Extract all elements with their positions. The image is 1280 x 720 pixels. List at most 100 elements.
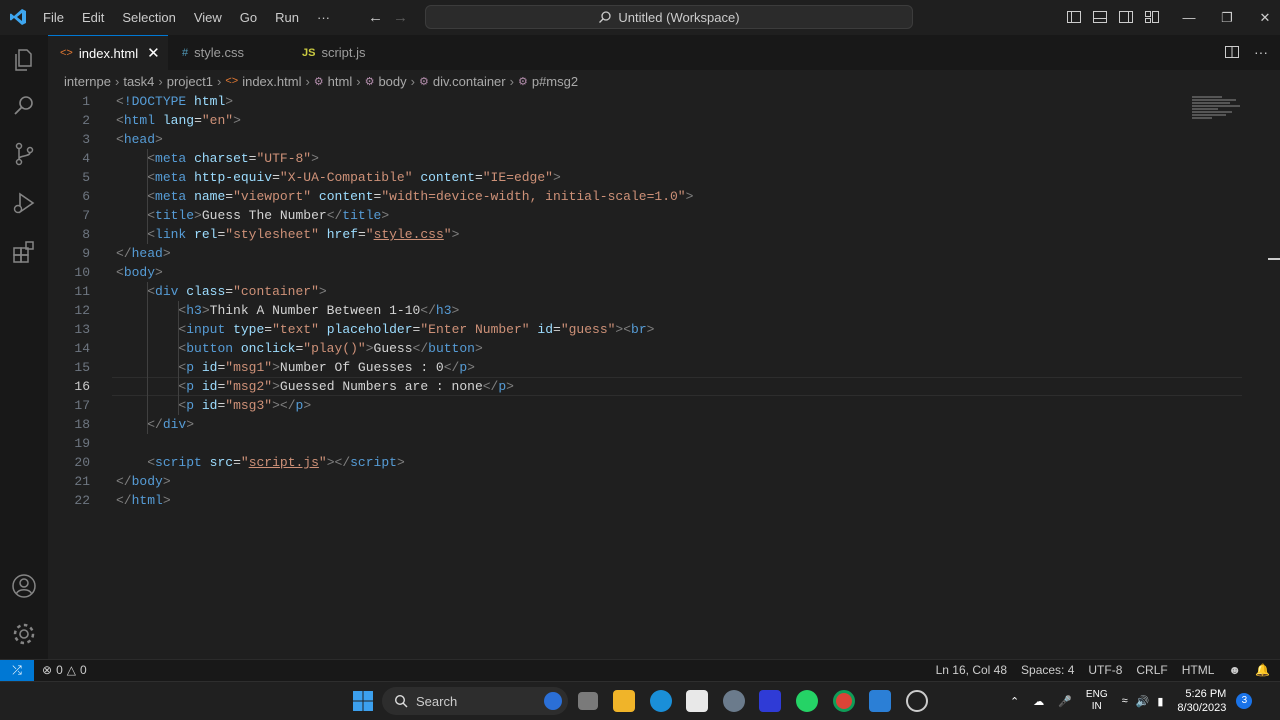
menu-selection[interactable]: Selection <box>113 0 184 35</box>
run-and-debug-icon[interactable] <box>11 190 37 216</box>
code-token: </ <box>482 379 499 394</box>
toggle-primary-sidebar-icon[interactable] <box>1066 9 1082 25</box>
indentation[interactable]: Spaces: 4 <box>1021 660 1074 681</box>
breadcrumb-item[interactable]: task4 <box>123 74 154 89</box>
scrollbar-marker[interactable] <box>1268 258 1280 260</box>
tab-script-js[interactable]: JS script.js <box>290 35 408 70</box>
breadcrumb-item[interactable]: div.container <box>433 74 506 89</box>
minimap[interactable] <box>1192 96 1242 122</box>
notifications-bell-icon[interactable]: 🔔 <box>1255 660 1270 681</box>
battery-icon[interactable]: ▮ <box>1157 695 1163 708</box>
code-token: > <box>194 208 202 223</box>
split-editor-icon[interactable] <box>1224 44 1240 65</box>
settings-gear-icon[interactable] <box>723 690 745 712</box>
show-hidden-icons-icon[interactable]: ⌃ <box>1010 695 1019 708</box>
encoding[interactable]: UTF-8 <box>1088 660 1122 681</box>
cursor-position[interactable]: Ln 16, Col 48 <box>936 660 1007 681</box>
volume-icon[interactable]: 🔊 <box>1136 695 1150 708</box>
problems-indicator[interactable]: ⊗ 0 △ 0 <box>42 660 87 681</box>
dev-app-icon[interactable] <box>759 690 781 712</box>
code-line: <p id="msg1">Number Of Guesses : 0</p> <box>116 358 475 377</box>
code-line: <head> <box>116 130 163 149</box>
extensions-icon[interactable] <box>11 239 37 265</box>
code-line: <meta name="viewport" content="width=dev… <box>116 187 693 206</box>
line-number: 7 <box>82 208 90 223</box>
search-icon[interactable] <box>11 93 37 119</box>
minimize-icon[interactable]: — <box>1170 0 1208 35</box>
close-icon[interactable]: ✕ <box>147 44 160 62</box>
toggle-panel-icon[interactable] <box>1092 9 1108 25</box>
code-token: "text" <box>272 322 319 337</box>
status-bar: ⤮ ⊗ 0 △ 0 Ln 16, Col 48 Spaces: 4 UTF-8 CR… <box>0 659 1280 681</box>
feedback-icon[interactable]: ☻ <box>1228 660 1241 681</box>
microsoft-store-icon[interactable] <box>686 690 708 712</box>
clock[interactable]: 5:26 PM 8/30/2023 <box>1177 687 1226 715</box>
code-token: < <box>147 208 156 223</box>
language-mode[interactable]: HTML <box>1182 660 1215 681</box>
menu-run[interactable]: Run <box>266 0 308 35</box>
code-token: </ <box>116 474 132 489</box>
code-token: "play()" <box>303 341 366 356</box>
accounts-icon[interactable] <box>11 573 37 599</box>
explorer-icon[interactable] <box>11 47 37 73</box>
tab-style-css[interactable]: # style.css <box>170 35 288 70</box>
code-editor[interactable]: 1 2 3 4 5 6 7 8 9 10 11 12 13 14 15 16 17 18 19 20 21 22 <!DO… <box>48 92 1280 659</box>
code-token: " <box>443 227 452 242</box>
wifi-icon[interactable]: ≈ <box>1122 695 1128 707</box>
tab-index-html[interactable]: <> index.html ✕ <box>48 35 168 70</box>
chrome-icon[interactable] <box>833 690 855 712</box>
line-number: 8 <box>82 227 90 242</box>
taskbar-search[interactable]: Search <box>382 687 568 715</box>
search-icon <box>394 694 408 708</box>
code-token: < <box>147 170 156 185</box>
breadcrumb-item[interactable]: project1 <box>167 74 213 89</box>
menu-edit[interactable]: Edit <box>73 0 113 35</box>
more-actions-icon[interactable]: ··· <box>1254 44 1268 65</box>
menu-view[interactable]: View <box>185 0 231 35</box>
onedrive-cloud-icon[interactable]: ☁ <box>1033 695 1044 708</box>
menu-go[interactable]: Go <box>231 0 266 35</box>
windows-start-icon[interactable] <box>352 690 374 712</box>
forward-arrow-icon[interactable]: → <box>393 9 408 26</box>
menu-file[interactable]: File <box>34 0 73 35</box>
restore-icon[interactable]: ❐ <box>1208 0 1246 35</box>
whatsapp-icon[interactable] <box>796 690 818 712</box>
vscode-taskbar-icon[interactable] <box>869 690 891 712</box>
breadcrumb-item[interactable]: body <box>378 74 406 89</box>
microphone-icon[interactable]: 🎤 <box>1058 695 1072 708</box>
code-line: <button onclick="play()">Guess</button> <box>116 339 482 358</box>
code-token: "stylesheet" <box>225 227 319 242</box>
file-explorer-icon[interactable] <box>613 690 635 712</box>
command-center[interactable]: Untitled (Workspace) <box>425 5 913 29</box>
breadcrumb-item[interactable]: internpe <box>64 74 111 89</box>
code-token: content <box>420 170 475 185</box>
close-window-icon[interactable]: ✕ <box>1246 0 1280 35</box>
input-language[interactable]: ENG IN <box>1086 689 1108 713</box>
window-controls: — ❐ ✕ <box>1170 0 1280 35</box>
source-control-icon[interactable] <box>11 141 37 167</box>
code-line: </div> <box>116 415 194 434</box>
edge-browser-icon[interactable] <box>650 690 672 712</box>
copilot-icon[interactable] <box>906 690 928 712</box>
breadcrumb-item[interactable]: p#msg2 <box>532 74 578 89</box>
menu-more[interactable]: ··· <box>308 0 339 35</box>
end-of-line[interactable]: CRLF <box>1136 660 1167 681</box>
manage-gear-icon[interactable] <box>11 621 37 647</box>
breadcrumb-item[interactable]: html <box>328 74 353 89</box>
code-token: div <box>162 417 187 432</box>
back-arrow-icon[interactable]: ← <box>368 9 383 26</box>
notification-badge[interactable]: 3 <box>1236 693 1253 709</box>
toggle-secondary-sidebar-icon[interactable] <box>1118 9 1134 25</box>
task-view-icon[interactable] <box>578 692 598 710</box>
code-token: body <box>123 265 156 280</box>
breadcrumb-item[interactable]: index.html <box>242 74 301 89</box>
code-token: = <box>553 322 561 337</box>
remote-indicator-icon[interactable]: ⤮ <box>0 660 34 681</box>
customize-layout-icon[interactable] <box>1144 9 1160 25</box>
